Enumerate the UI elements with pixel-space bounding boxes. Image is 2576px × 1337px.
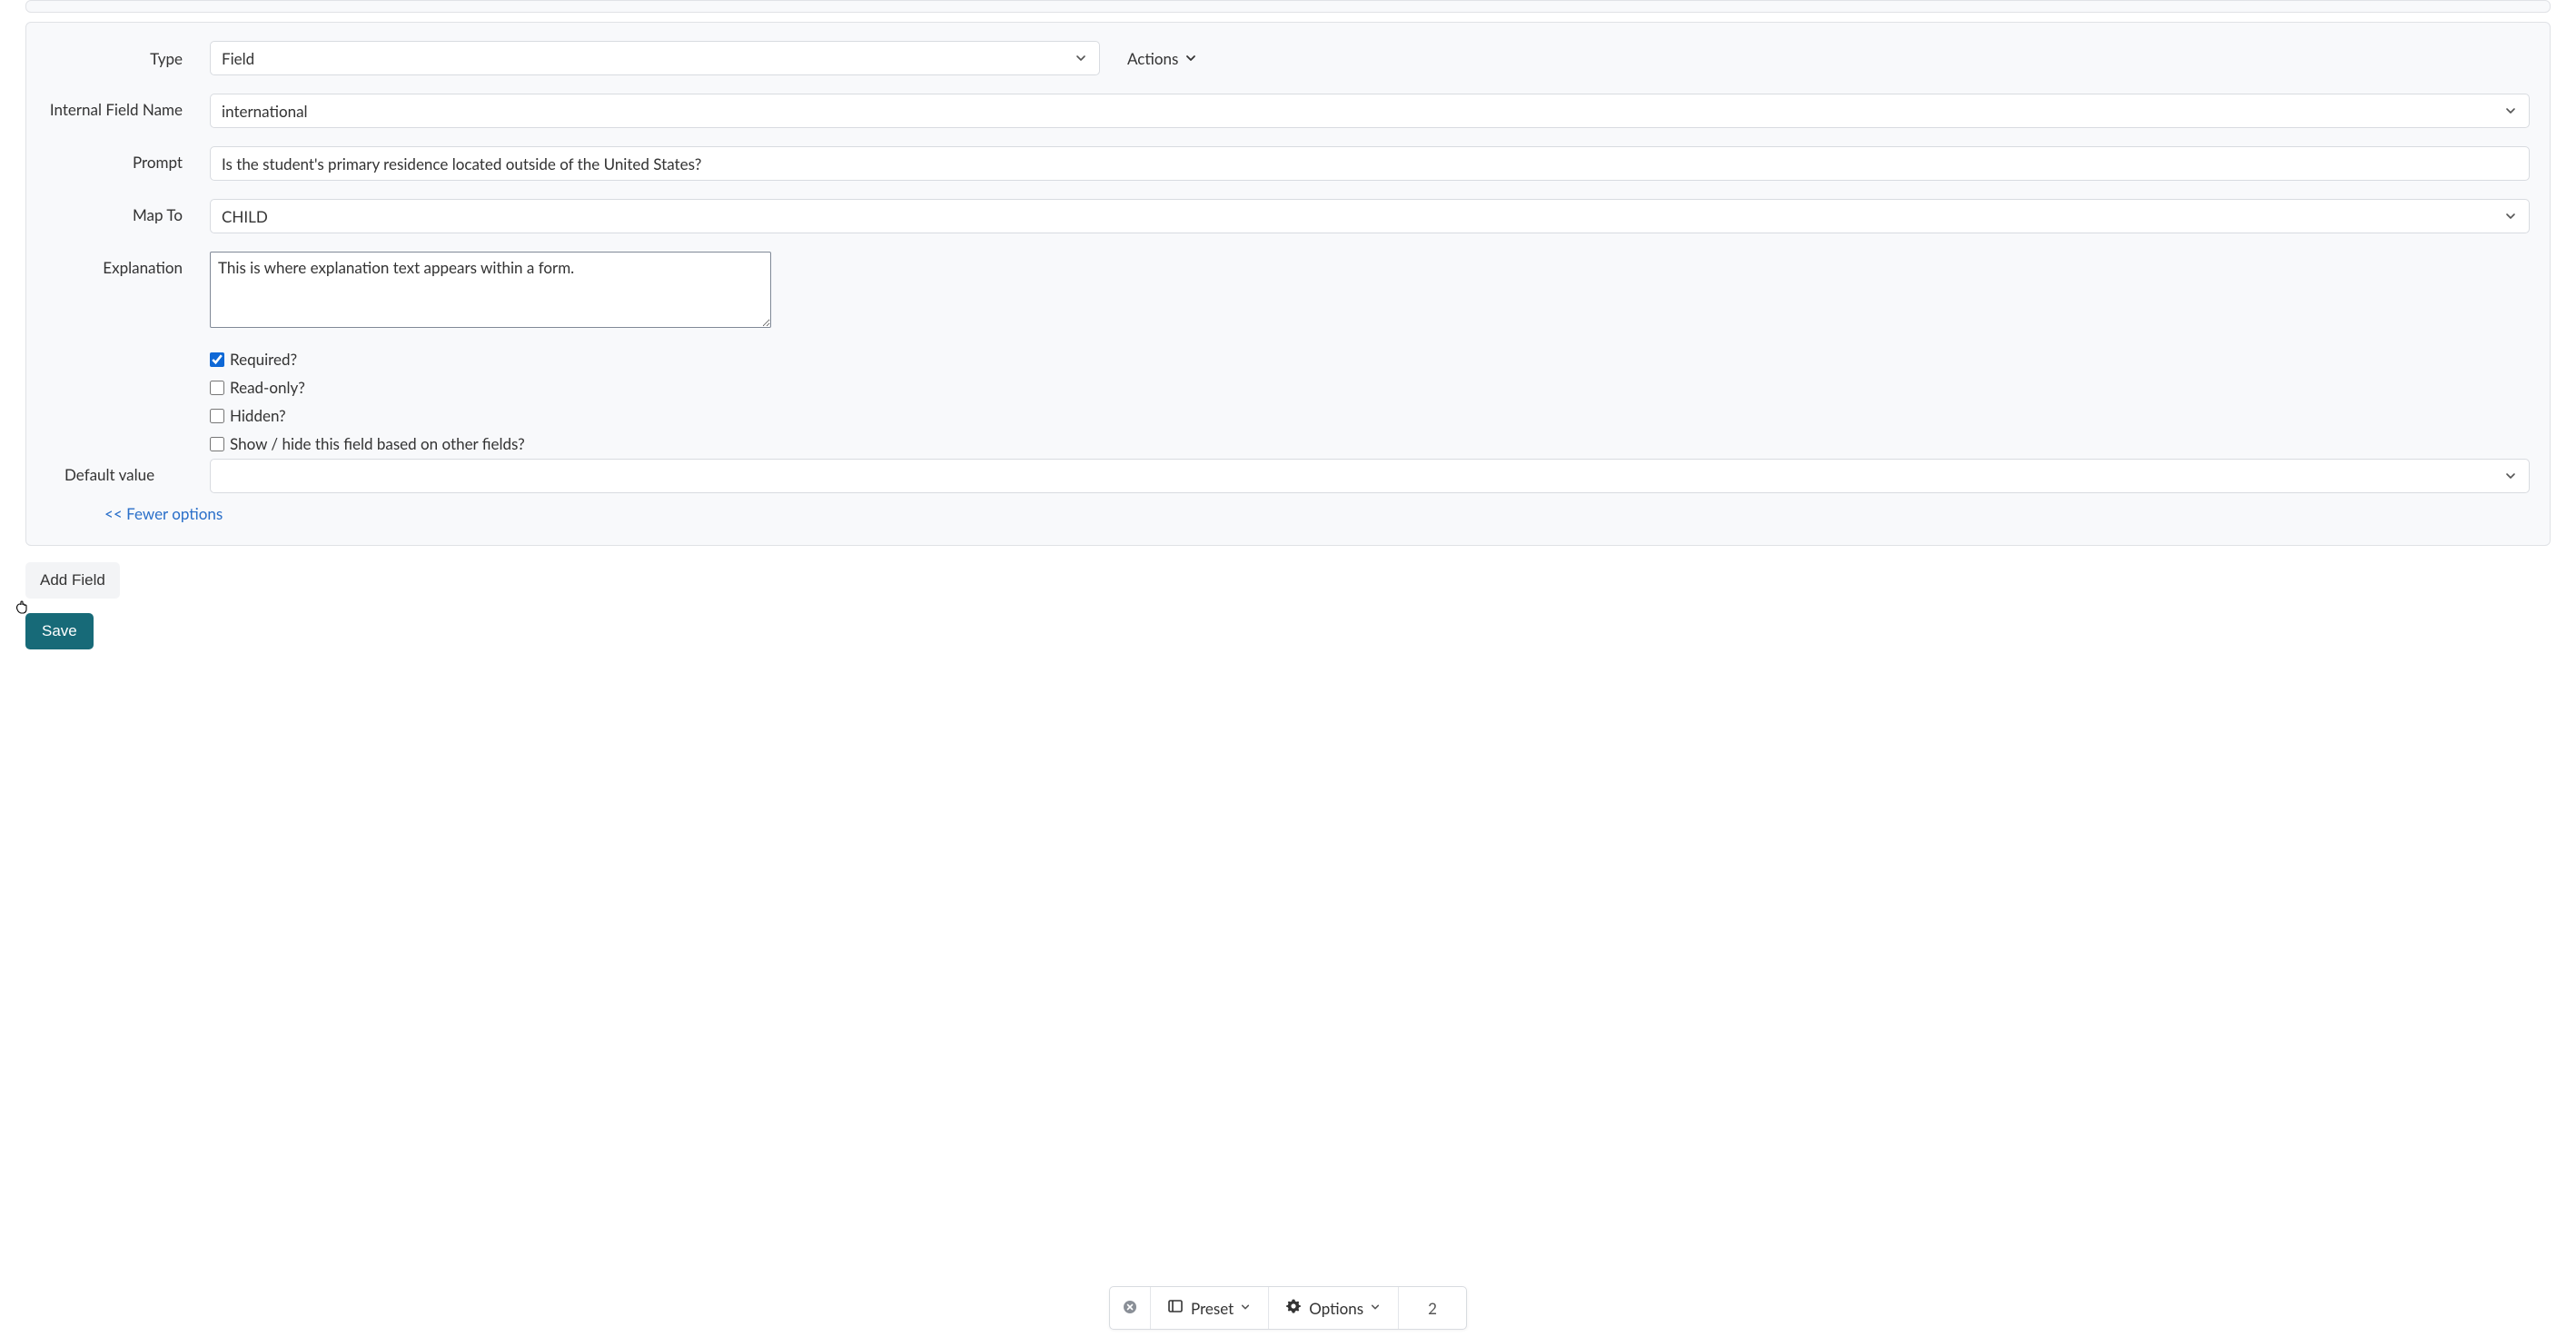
chevron-down-icon <box>1185 53 1196 64</box>
read-only-checkbox[interactable] <box>210 381 224 395</box>
internal-field-name-select[interactable]: international <box>210 94 2530 128</box>
previous-card-edge <box>25 0 2551 13</box>
internal-field-name-label: Internal Field Name <box>46 94 210 119</box>
toolbar-counter: 2 <box>1399 1287 1466 1329</box>
map-to-value: CHILD <box>222 207 268 226</box>
toolbar-close-button[interactable] <box>1110 1287 1151 1329</box>
chevron-down-icon <box>1075 53 1086 64</box>
actions-label: Actions <box>1127 49 1178 68</box>
type-select[interactable]: Field <box>210 41 1100 75</box>
default-value-select[interactable] <box>210 459 2530 493</box>
toolbar-count-value: 2 <box>1428 1299 1437 1318</box>
options-label: Options <box>1309 1299 1363 1318</box>
conditional-checkbox[interactable] <box>210 437 224 451</box>
options-button[interactable]: Options <box>1269 1287 1399 1329</box>
required-checkbox[interactable] <box>210 352 224 367</box>
actions-menu[interactable]: Actions <box>1100 49 1196 68</box>
type-select-value: Field <box>222 49 254 68</box>
prompt-label: Prompt <box>46 146 210 172</box>
preset-button[interactable]: Preset <box>1151 1287 1269 1329</box>
required-checkbox-label[interactable]: Required? <box>230 350 297 369</box>
chevron-down-icon <box>1371 1302 1382 1313</box>
add-field-button[interactable]: Add Field <box>25 562 120 599</box>
default-value-label: Default value <box>46 459 210 484</box>
chevron-down-icon <box>2505 470 2516 481</box>
map-to-select[interactable]: CHILD <box>210 199 2530 233</box>
chevron-down-icon <box>2505 211 2516 222</box>
save-button[interactable]: Save <box>25 613 94 649</box>
fewer-options-link[interactable]: << Fewer options <box>104 504 223 523</box>
close-circle-icon <box>1123 1299 1137 1318</box>
conditional-checkbox-label[interactable]: Show / hide this field based on other fi… <box>230 434 525 453</box>
bottom-toolbar: Preset Options 2 <box>1109 1286 1467 1330</box>
chevron-down-icon <box>1241 1302 1252 1313</box>
preset-label: Preset <box>1191 1299 1234 1318</box>
read-only-checkbox-label[interactable]: Read-only? <box>230 378 305 397</box>
prompt-input[interactable] <box>210 146 2530 181</box>
type-label: Type <box>46 49 210 68</box>
explanation-label: Explanation <box>46 252 210 277</box>
hidden-checkbox[interactable] <box>210 409 224 423</box>
chevron-down-icon <box>2505 105 2516 116</box>
field-config-card: Type Field Actions Internal Field Name <box>25 22 2551 546</box>
map-to-label: Map To <box>46 199 210 224</box>
internal-field-name-value: international <box>222 102 308 121</box>
hidden-checkbox-label[interactable]: Hidden? <box>230 406 286 425</box>
gear-icon <box>1285 1298 1302 1318</box>
preset-icon <box>1167 1298 1184 1318</box>
explanation-textarea[interactable] <box>210 252 771 328</box>
